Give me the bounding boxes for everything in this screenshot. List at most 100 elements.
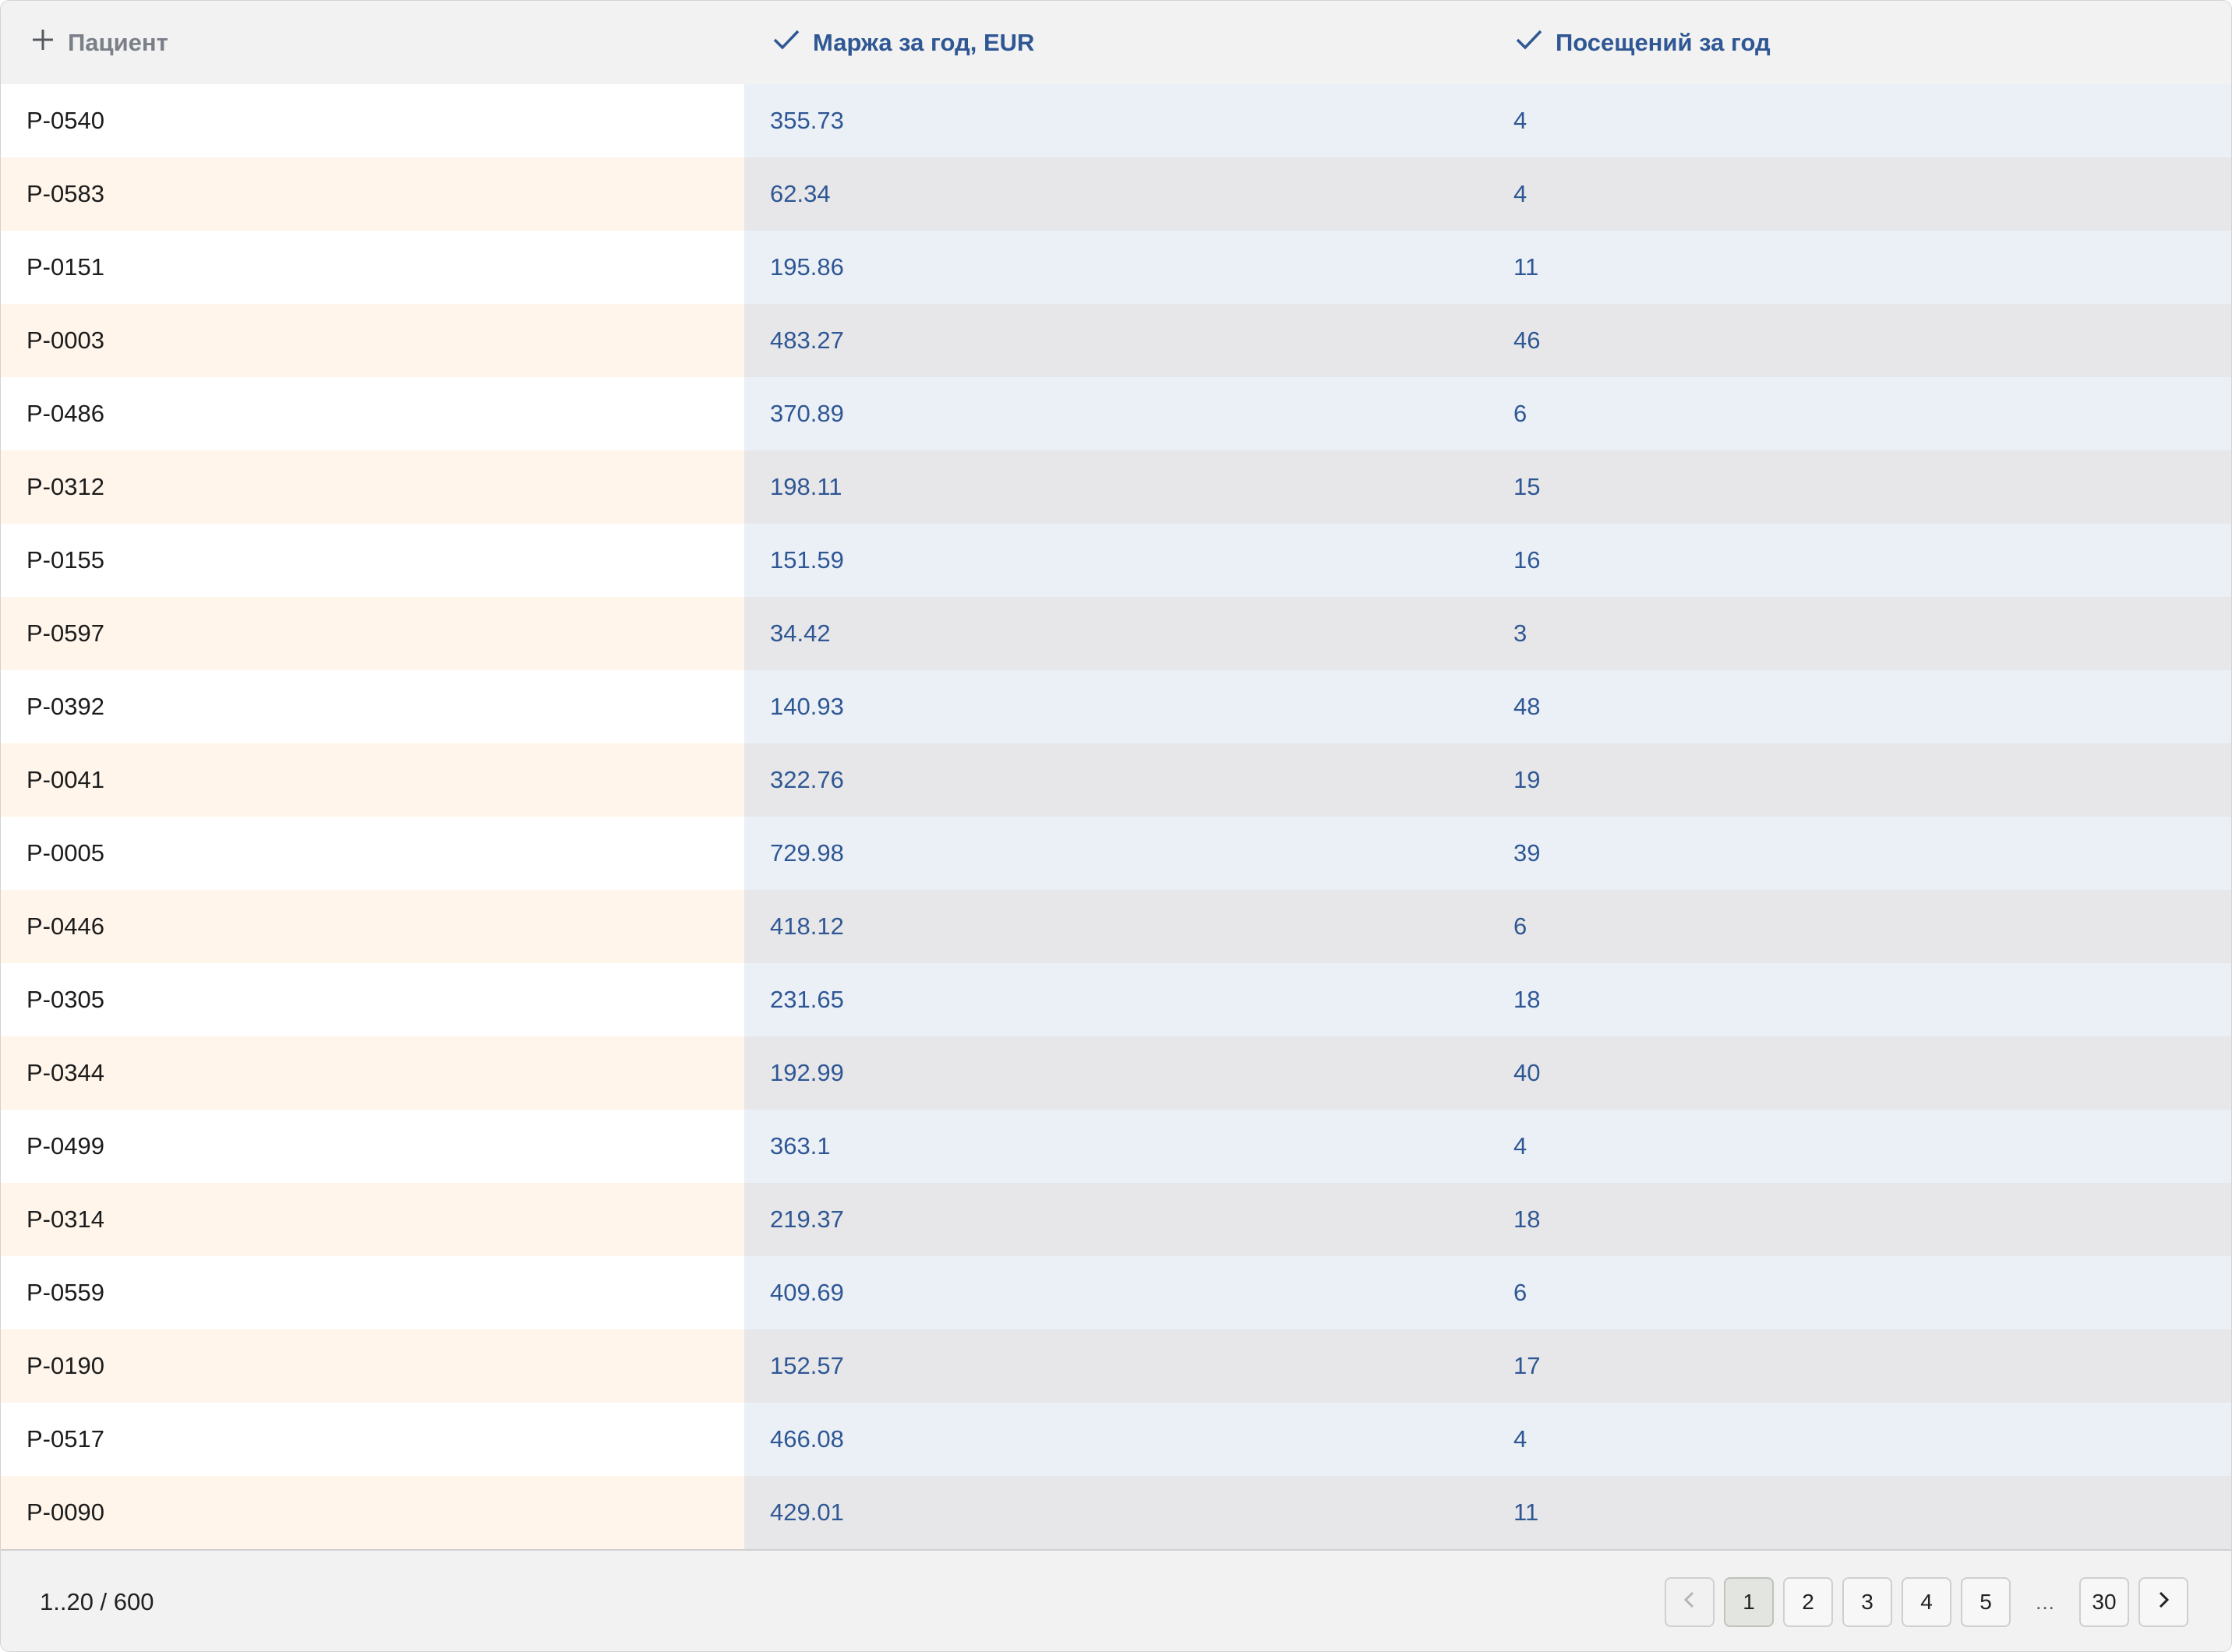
table-row[interactable]: P-0446 418.12 6 — [1, 890, 2231, 963]
table-row[interactable]: P-0003 483.27 46 — [1, 304, 2231, 377]
table-row[interactable]: P-0559 409.69 6 — [1, 1256, 2231, 1329]
table-row[interactable]: P-0041 322.76 19 — [1, 743, 2231, 817]
margin-cell: 62.34 — [744, 157, 1488, 231]
patient-cell: P-0499 — [1, 1110, 744, 1183]
patient-cell: P-0312 — [1, 450, 744, 524]
margin-cell: 355.73 — [744, 84, 1488, 157]
visits-cell: 11 — [1488, 231, 2231, 304]
visits-cell: 6 — [1488, 377, 2231, 450]
patient-cell: P-0392 — [1, 670, 744, 743]
patient-cell: P-0190 — [1, 1329, 744, 1403]
column-header-visits[interactable]: Посещений за год — [1515, 1, 1771, 84]
visits-cell: 40 — [1488, 1036, 2231, 1110]
chevron-right-icon — [2156, 1590, 2171, 1615]
table-row[interactable]: P-0392 140.93 48 — [1, 670, 2231, 743]
margin-cell: 192.99 — [744, 1036, 1488, 1110]
grid-footer: 1..20 / 600 1 2 3 4 5 … 30 — [1, 1549, 2231, 1651]
table-row[interactable]: P-0486 370.89 6 — [1, 377, 2231, 450]
visits-cell: 4 — [1488, 1110, 2231, 1183]
next-page-button[interactable] — [2138, 1577, 2188, 1627]
margin-cell: 152.57 — [744, 1329, 1488, 1403]
row-range-label: 1..20 / 600 — [40, 1587, 154, 1615]
patient-cell: P-0003 — [1, 304, 744, 377]
visits-cell: 3 — [1488, 597, 2231, 670]
chevron-left-icon — [1682, 1590, 1697, 1615]
table-row[interactable]: P-0155 151.59 16 — [1, 524, 2231, 597]
patient-cell: P-0597 — [1, 597, 744, 670]
margin-cell: 140.93 — [744, 670, 1488, 743]
patient-cell: P-0517 — [1, 1403, 744, 1476]
patient-cell: P-0041 — [1, 743, 744, 817]
table-row[interactable]: P-0499 363.1 4 — [1, 1110, 2231, 1183]
visits-cell: 6 — [1488, 890, 2231, 963]
check-icon[interactable] — [772, 27, 813, 58]
page-button-2[interactable]: 2 — [1783, 1577, 1833, 1627]
visits-cell: 18 — [1488, 1183, 2231, 1256]
table-row[interactable]: P-0305 231.65 18 — [1, 963, 2231, 1036]
margin-cell: 483.27 — [744, 304, 1488, 377]
visits-cell: 11 — [1488, 1476, 2231, 1549]
visits-cell: 17 — [1488, 1329, 2231, 1403]
table-row[interactable]: P-0190 152.57 17 — [1, 1329, 2231, 1403]
page-button-5[interactable]: 5 — [1961, 1577, 2011, 1627]
table-row[interactable]: P-0540 355.73 4 — [1, 84, 2231, 157]
patient-cell: P-0583 — [1, 157, 744, 231]
margin-cell: 195.86 — [744, 231, 1488, 304]
page-button-4[interactable]: 4 — [1902, 1577, 1951, 1627]
margin-cell: 370.89 — [744, 377, 1488, 450]
margin-cell: 322.76 — [744, 743, 1488, 817]
table-row[interactable]: P-0151 195.86 11 — [1, 231, 2231, 304]
pagination: 1 2 3 4 5 … 30 — [1655, 1577, 2188, 1627]
margin-cell: 219.37 — [744, 1183, 1488, 1256]
visits-cell: 6 — [1488, 1256, 2231, 1329]
visits-cell: 4 — [1488, 84, 2231, 157]
patient-cell: P-0344 — [1, 1036, 744, 1110]
margin-cell: 363.1 — [744, 1110, 1488, 1183]
page-button-1[interactable]: 1 — [1724, 1577, 1774, 1627]
grid-header: Пациент Маржа за год, EUR Посещений за г… — [1, 1, 2231, 86]
column-header-patient[interactable]: Пациент — [30, 1, 168, 84]
patient-cell: P-0314 — [1, 1183, 744, 1256]
page-button-last[interactable]: 30 — [2079, 1577, 2129, 1627]
margin-cell: 418.12 — [744, 890, 1488, 963]
patient-cell: P-0559 — [1, 1256, 744, 1329]
prev-page-button[interactable] — [1665, 1577, 1715, 1627]
column-header-label: Посещений за год — [1556, 28, 1771, 56]
grid-body: P-0540 355.73 4 P-0583 62.34 4 P-0151 195.86 1… — [1, 84, 2231, 1549]
patient-cell: P-0540 — [1, 84, 744, 157]
margin-cell: 231.65 — [744, 963, 1488, 1036]
patient-cell: P-0155 — [1, 524, 744, 597]
patient-cell: P-0486 — [1, 377, 744, 450]
table-row[interactable]: P-0312 198.11 15 — [1, 450, 2231, 524]
table-row[interactable]: P-0517 466.08 4 — [1, 1403, 2231, 1476]
check-icon[interactable] — [1515, 27, 1556, 58]
margin-cell: 198.11 — [744, 450, 1488, 524]
patient-cell: P-0151 — [1, 231, 744, 304]
patient-cell: P-0090 — [1, 1476, 744, 1549]
page-button-3[interactable]: 3 — [1842, 1577, 1892, 1627]
table-row[interactable]: P-0005 729.98 39 — [1, 817, 2231, 890]
visits-cell: 48 — [1488, 670, 2231, 743]
plus-icon[interactable] — [30, 27, 68, 58]
column-header-margin[interactable]: Маржа за год, EUR — [772, 1, 1034, 84]
table-row[interactable]: P-0583 62.34 4 — [1, 157, 2231, 231]
visits-cell: 18 — [1488, 963, 2231, 1036]
margin-cell: 151.59 — [744, 524, 1488, 597]
patient-cell: P-0005 — [1, 817, 744, 890]
patient-cell: P-0305 — [1, 963, 744, 1036]
visits-cell: 46 — [1488, 304, 2231, 377]
data-grid: Пациент Маржа за год, EUR Посещений за г… — [0, 0, 2232, 1652]
margin-cell: 466.08 — [744, 1403, 1488, 1476]
table-row[interactable]: P-0090 429.01 11 — [1, 1476, 2231, 1549]
visits-cell: 16 — [1488, 524, 2231, 597]
margin-cell: 729.98 — [744, 817, 1488, 890]
visits-cell: 19 — [1488, 743, 2231, 817]
table-row[interactable]: P-0597 34.42 3 — [1, 597, 2231, 670]
visits-cell: 39 — [1488, 817, 2231, 890]
column-header-label: Пациент — [68, 28, 168, 56]
column-header-label: Маржа за год, EUR — [813, 28, 1035, 56]
pagination-ellipsis: … — [2035, 1590, 2055, 1614]
margin-cell: 34.42 — [744, 597, 1488, 670]
table-row[interactable]: P-0344 192.99 40 — [1, 1036, 2231, 1110]
table-row[interactable]: P-0314 219.37 18 — [1, 1183, 2231, 1256]
